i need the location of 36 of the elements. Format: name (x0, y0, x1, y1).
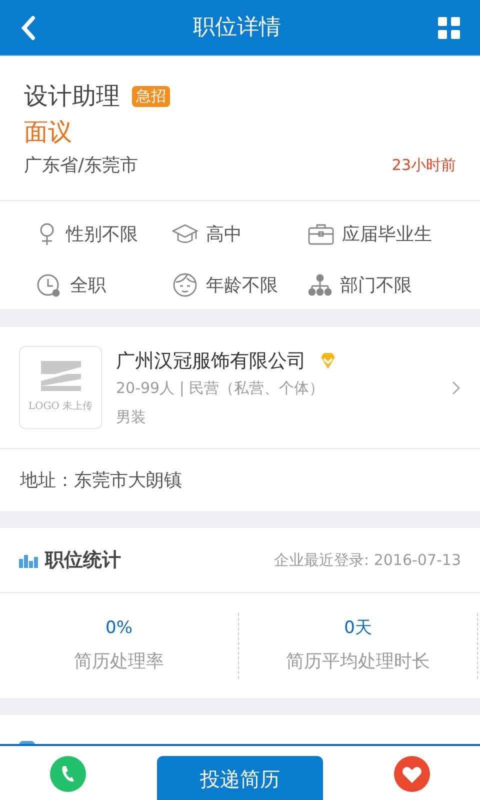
industry: 男装 (116, 406, 147, 428)
urgent-tag: 急招 (132, 86, 170, 106)
org-chart-icon (308, 274, 332, 296)
face-icon (172, 272, 198, 298)
stat-value: 0% (106, 617, 132, 640)
job-title: 设计助理 (24, 81, 120, 112)
stat-value: 0天 (344, 617, 372, 640)
bar-chart-icon (19, 552, 39, 568)
logo-mark-icon (40, 361, 80, 391)
clock-icon (36, 272, 62, 298)
posted-time: 23小时前 (392, 155, 456, 176)
phone-icon[interactable] (50, 756, 86, 792)
company-info: 20-99人 | 民营（私营、个体） (116, 378, 326, 400)
requirement-label: 部门不限 (340, 274, 412, 298)
briefcase-icon (308, 223, 334, 245)
requirement-label: 高中 (206, 222, 242, 246)
location: 广东省/东莞市 (24, 154, 138, 178)
section-title: 职位统计 (45, 548, 121, 573)
requirement-label: 全职 (70, 274, 106, 298)
company-card[interactable]: LOGO 未上传 广州汉冠服饰有限公司 20-99人 | 民营（私营、个体） 男装 (0, 327, 480, 449)
requirement-label: 性别不限 (66, 222, 138, 246)
requirement-label: 应届毕业生 (342, 222, 432, 246)
page-title: 职位详情 (193, 14, 281, 42)
address: 地址：东莞市大朗镇 (0, 449, 480, 511)
company-name: 广州汉冠服饰有限公司 (116, 348, 306, 374)
requirement-label: 年龄不限 (206, 274, 278, 298)
apply-button[interactable]: 投递简历 (157, 756, 323, 800)
grid-menu-icon[interactable] (438, 16, 460, 38)
stat-label: 简历处理率 (74, 650, 164, 674)
logo-caption: LOGO 未上传 (28, 400, 93, 414)
back-icon[interactable] (20, 14, 36, 40)
chevron-right-icon (451, 380, 461, 396)
stat-label: 简历平均处理时长 (286, 650, 430, 674)
graduation-cap-icon (172, 223, 198, 245)
salary: 面议 (24, 117, 73, 148)
last-login: 企业最近登录: 2016-07-13 (274, 550, 461, 571)
